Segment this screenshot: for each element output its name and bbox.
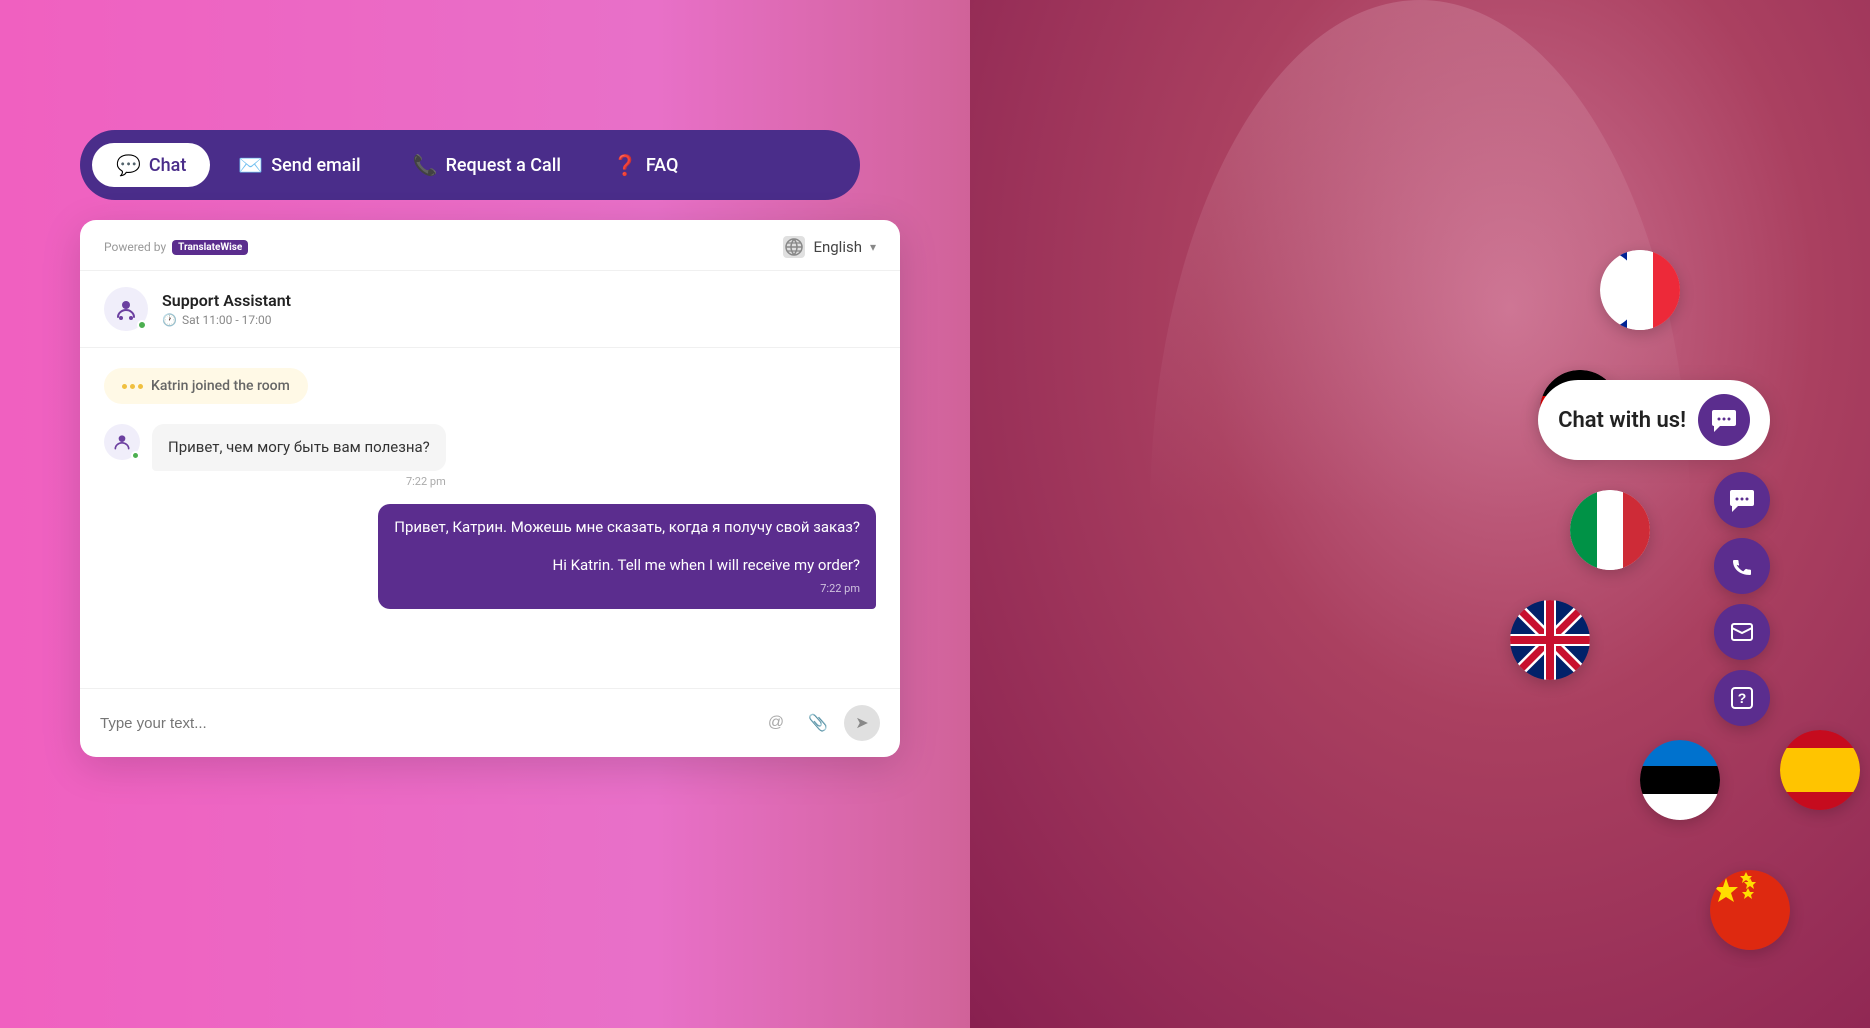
powered-by-label: Powered by (104, 240, 166, 254)
call-nav-icon: 📞 (413, 153, 438, 177)
agent-hours: 🕐 Sat 11:00 - 17:00 (162, 313, 291, 327)
nav-email-label: Send email (271, 155, 360, 176)
agent-hours-text: Sat 11:00 - 17:00 (182, 313, 272, 327)
send-button[interactable]: ➤ (844, 705, 880, 741)
chevron-down-icon: ▾ (870, 240, 876, 254)
faq-nav-icon: ❓ (613, 153, 638, 177)
agent-name: Support Assistant (162, 291, 291, 310)
mention-button[interactable]: @ (760, 707, 792, 739)
language-selector[interactable]: English ▾ (783, 236, 876, 258)
join-dot-2 (130, 384, 135, 389)
chat-with-us-text: Chat with us! (1558, 408, 1686, 433)
join-dots (122, 384, 143, 389)
nav-chat-label: Chat (149, 155, 186, 176)
flag-estonian (1640, 740, 1720, 820)
nav-call-label: Request a Call (446, 155, 561, 176)
agent-message-content: Привет, чем могу быть вам полезна? 7:22 … (152, 424, 446, 488)
agent-message-time: 7:22 pm (152, 475, 446, 488)
flag-chinese (1710, 870, 1790, 950)
table-row: Привет, Катрин. Можешь мне сказать, когд… (104, 504, 876, 610)
brand-badge: TranslateWise (172, 240, 248, 255)
flag-spanish (1780, 730, 1860, 810)
main-content: 💬 Chat ✉️ Send email 📞 Request a Call ❓ … (0, 0, 1000, 1028)
nav-item-email[interactable]: ✉️ Send email (214, 143, 384, 187)
agent-info: Support Assistant 🕐 Sat 11:00 - 17:00 (80, 271, 900, 348)
join-notification: Katrin joined the room (104, 368, 308, 404)
widget-phone-button[interactable] (1714, 538, 1770, 594)
msg-online-dot (131, 451, 140, 460)
send-icon: ➤ (855, 713, 868, 733)
join-message-text: Katrin joined the room (151, 378, 290, 394)
svg-text:?: ? (1738, 690, 1747, 706)
chat-header: Powered by TranslateWise English ▾ (80, 220, 900, 271)
chat-with-us-icon (1698, 394, 1750, 446)
language-label: English (813, 238, 862, 256)
table-row: Привет, чем могу быть вам полезна? 7:22 … (104, 424, 876, 488)
user-message-text-en: Hi Katrin. Tell me when I will receive m… (394, 554, 860, 577)
agent-message-text: Привет, чем могу быть вам полезна? (168, 438, 430, 456)
clock-icon: 🕐 (162, 313, 177, 327)
language-icon (783, 236, 805, 258)
agent-message-bubble: Привет, чем могу быть вам полезна? (152, 424, 446, 471)
attach-button[interactable]: 📎 (802, 707, 834, 739)
nav-item-faq[interactable]: ❓ FAQ (589, 143, 702, 187)
agent-msg-avatar (104, 424, 140, 460)
nav-faq-label: FAQ (646, 155, 679, 176)
nav-item-chat[interactable]: 💬 Chat (92, 143, 210, 187)
nav-item-call[interactable]: 📞 Request a Call (389, 143, 585, 187)
widget-faq-button[interactable]: ? (1714, 670, 1770, 726)
chat-with-us-bubble: Chat with us! (1538, 380, 1770, 460)
chat-widget: Chat with us! (1538, 380, 1770, 726)
messages-area: Katrin joined the room Привет, чем могу (80, 348, 900, 688)
user-message-content: Привет, Катрин. Можешь мне сказать, когд… (378, 504, 876, 610)
user-message-time: 7:22 pm (394, 581, 860, 598)
chat-window: Powered by TranslateWise English ▾ (80, 220, 900, 757)
user-message-text-ru: Привет, Катрин. Можешь мне сказать, когд… (394, 516, 860, 539)
agent-avatar (104, 287, 148, 331)
chat-input-area: @ 📎 ➤ (80, 688, 900, 757)
agent-details: Support Assistant 🕐 Sat 11:00 - 17:00 (162, 291, 291, 327)
user-message-bubble: Привет, Катрин. Можешь мне сказать, когд… (378, 504, 876, 610)
flag-french (1600, 250, 1680, 330)
join-dot-3 (138, 384, 143, 389)
input-actions: @ 📎 ➤ (760, 705, 880, 741)
join-dot-1 (122, 384, 127, 389)
widget-chat-button[interactable] (1714, 472, 1770, 528)
online-status-dot (137, 320, 147, 330)
chat-nav-icon: 💬 (116, 153, 141, 177)
widget-email-button[interactable] (1714, 604, 1770, 660)
navigation-bar: 💬 Chat ✉️ Send email 📞 Request a Call ❓ … (80, 130, 860, 200)
powered-by: Powered by TranslateWise (104, 240, 248, 255)
email-nav-icon: ✉️ (238, 153, 263, 177)
chat-text-input[interactable] (100, 715, 750, 732)
widget-buttons: ? (1714, 472, 1770, 726)
